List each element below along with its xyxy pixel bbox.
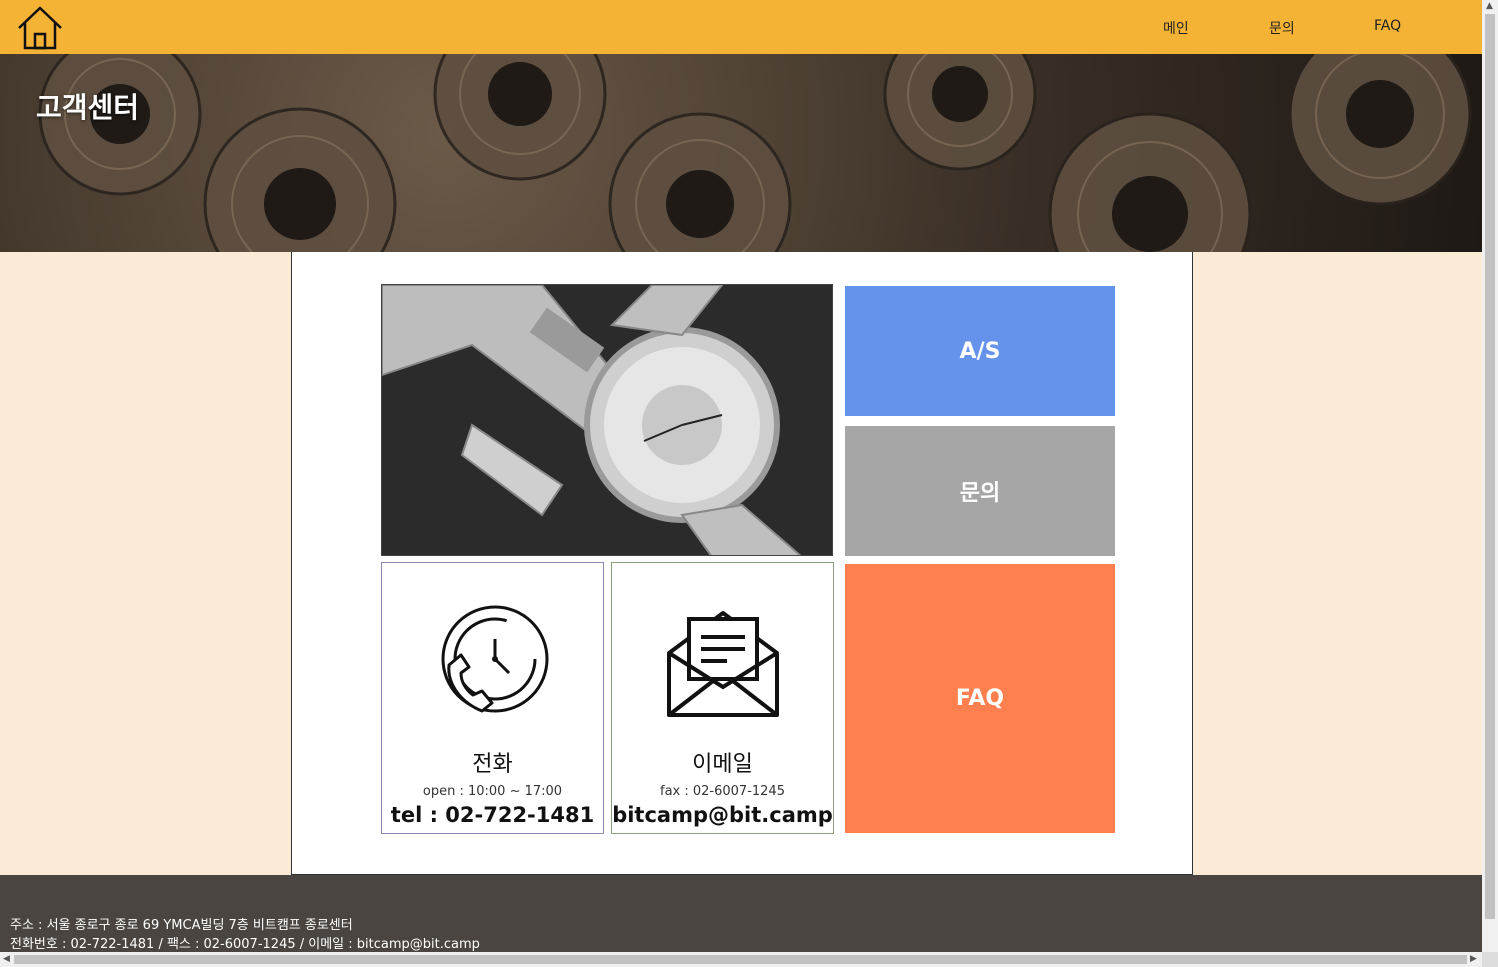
scrollbar-corner	[1482, 952, 1498, 967]
faq-tile[interactable]: FAQ	[845, 564, 1115, 833]
watch-wrench-image	[381, 284, 833, 556]
email-card: 이메일 fax : 02-6007-1245 bitcamp@bit.camp	[611, 562, 834, 834]
hero-banner: 고객센터	[0, 54, 1482, 252]
scroll-left-arrow-icon[interactable]: ◀	[3, 954, 10, 964]
top-bar: 메인 문의 FAQ	[0, 0, 1482, 54]
inquiry-tile[interactable]: 문의	[845, 426, 1115, 556]
as-tile[interactable]: A/S	[845, 286, 1115, 416]
gears-background-image	[38, 54, 1472, 252]
phone-clock-icon	[441, 605, 548, 713]
nav-inquiry[interactable]: 문의	[1269, 18, 1295, 38]
horizontal-scroll-thumb[interactable]	[14, 955, 1467, 964]
vertical-scrollbar[interactable]: ▲	[1482, 0, 1498, 952]
fax-number: fax : 02-6007-1245	[660, 784, 785, 799]
scroll-right-arrow-icon[interactable]: ▶	[1470, 954, 1477, 964]
nav-faq[interactable]: FAQ	[1374, 18, 1401, 34]
footer-address: 주소 : 서울 종로구 종로 69 YMCA빌딩 7층 비트캠프 종로센터	[10, 918, 353, 933]
page-title: 고객센터	[36, 91, 140, 124]
footer: 주소 : 서울 종로구 종로 69 YMCA빌딩 7층 비트캠프 종로센터 전화…	[0, 875, 1482, 952]
email-address: bitcamp@bit.camp	[612, 803, 833, 827]
scroll-up-arrow-icon[interactable]: ▲	[1486, 1, 1493, 11]
horizontal-scrollbar[interactable]: ◀ ▶	[0, 952, 1482, 967]
phone-number: tel : 02-722-1481	[390, 803, 595, 827]
footer-contact: 전화번호 : 02-722-1481 / 팩스 : 02-6007-1245 /…	[10, 937, 480, 952]
vertical-scroll-thumb[interactable]	[1485, 14, 1495, 919]
email-title: 이메일	[692, 752, 753, 777]
phone-title: 전화	[472, 752, 513, 777]
envelope-icon	[666, 611, 779, 717]
phone-card: 전화 open : 10:00 ~ 17:00 tel : 02-722-148…	[381, 562, 604, 834]
phone-hours: open : 10:00 ~ 17:00	[422, 784, 563, 799]
nav-main[interactable]: 메인	[1163, 18, 1189, 38]
home-icon[interactable]	[16, 4, 64, 50]
